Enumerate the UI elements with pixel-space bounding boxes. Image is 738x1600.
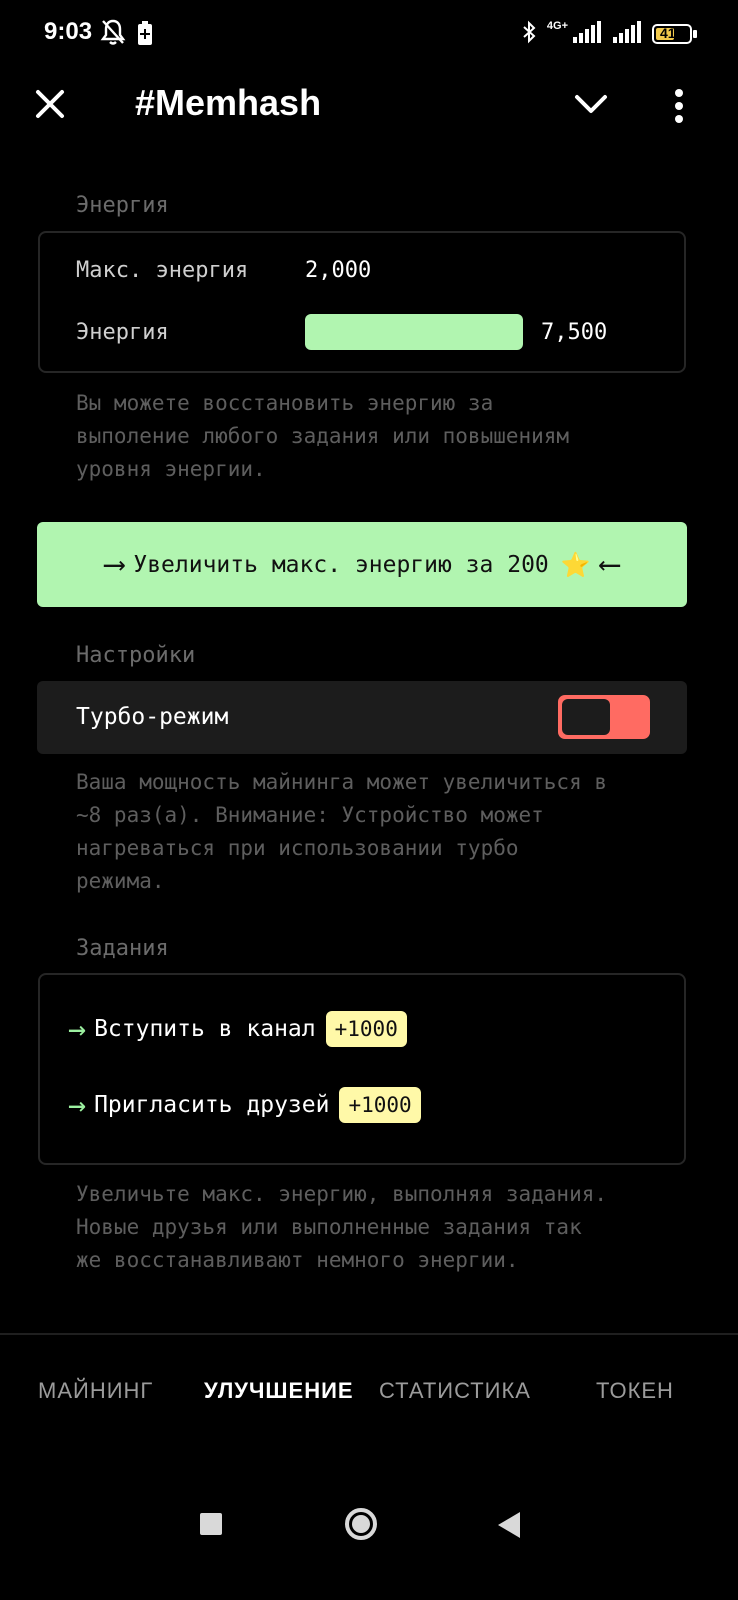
turbo-mode-toggle[interactable] bbox=[558, 695, 650, 739]
tab-statistics[interactable]: СТАТИСТИКА bbox=[379, 1378, 531, 1404]
task-label: Вступить в канал bbox=[94, 1016, 316, 1042]
energy-note: Вы можете восстановить энергию за выполе… bbox=[76, 391, 570, 481]
increase-max-energy-button[interactable]: ⟶ Увеличить макс. энергию за 200 ⭐ ⟵ bbox=[37, 522, 687, 607]
tab-token[interactable]: ТОКЕН bbox=[596, 1378, 674, 1404]
battery-saver-icon bbox=[137, 20, 153, 50]
max-energy-value: 2,000 bbox=[305, 258, 372, 283]
network-type: 4G+ bbox=[546, 20, 568, 32]
square-icon[interactable] bbox=[200, 1513, 222, 1539]
star-icon: ⭐ bbox=[560, 550, 591, 579]
close-icon[interactable] bbox=[34, 88, 66, 124]
bell-off-icon bbox=[100, 18, 126, 50]
bluetooth-icon bbox=[521, 20, 537, 48]
battery-icon: 41 bbox=[652, 23, 698, 45]
cta-label: Увеличить макс. энергию за 200 bbox=[133, 551, 549, 578]
more-vertical-icon[interactable] bbox=[672, 88, 686, 128]
toggle-knob bbox=[562, 699, 610, 735]
task-label: Пригласить друзей bbox=[94, 1092, 330, 1118]
task-invite-friends[interactable]: → Пригласить друзей +1000 bbox=[68, 1087, 421, 1123]
energy-bar bbox=[305, 314, 523, 350]
signal-icon-2 bbox=[612, 21, 642, 47]
max-energy-label: Макс. энергия bbox=[76, 258, 249, 283]
status-icons: 4G+ 41 bbox=[521, 20, 698, 48]
energy-bar-fill bbox=[305, 314, 523, 350]
tasks-section-label: Задания bbox=[76, 936, 169, 961]
energy-label: Энергия bbox=[76, 320, 169, 345]
tab-upgrade[interactable]: УЛУЧШЕНИЕ bbox=[204, 1378, 354, 1404]
turbo-note: Ваша мощность майнинга может увеличиться… bbox=[76, 770, 608, 893]
settings-section-label: Настройки bbox=[76, 643, 196, 668]
reward-badge: +1000 bbox=[325, 1011, 407, 1047]
status-time: 9:03 bbox=[44, 18, 93, 45]
battery-level: 41 bbox=[660, 25, 676, 41]
tasks-note: Увеличьте макс. энергию, выполняя задани… bbox=[76, 1182, 608, 1272]
turbo-mode-label: Турбо-режим bbox=[76, 704, 229, 730]
chevron-down-icon[interactable] bbox=[574, 92, 608, 120]
page-title: #Memhash bbox=[135, 82, 322, 123]
arrow-right-icon: → bbox=[68, 1087, 87, 1123]
task-join-channel[interactable]: → Вступить в канал +1000 bbox=[68, 1011, 407, 1047]
arrow-right-icon: ⟶ bbox=[105, 547, 124, 582]
energy-card bbox=[38, 231, 686, 373]
energy-value: 7,500 bbox=[541, 320, 608, 345]
bottom-nav-divider bbox=[0, 1333, 738, 1335]
signal-icon bbox=[572, 21, 602, 47]
triangle-back-icon[interactable] bbox=[498, 1512, 520, 1542]
energy-section-label: Энергия bbox=[76, 193, 169, 218]
tab-mining[interactable]: МАЙНИНГ bbox=[38, 1378, 153, 1404]
reward-badge: +1000 bbox=[339, 1087, 421, 1123]
circle-icon[interactable] bbox=[344, 1507, 378, 1545]
arrow-left-icon: ⟵ bbox=[600, 547, 619, 582]
arrow-right-icon: → bbox=[68, 1011, 87, 1047]
tasks-card bbox=[38, 973, 686, 1165]
